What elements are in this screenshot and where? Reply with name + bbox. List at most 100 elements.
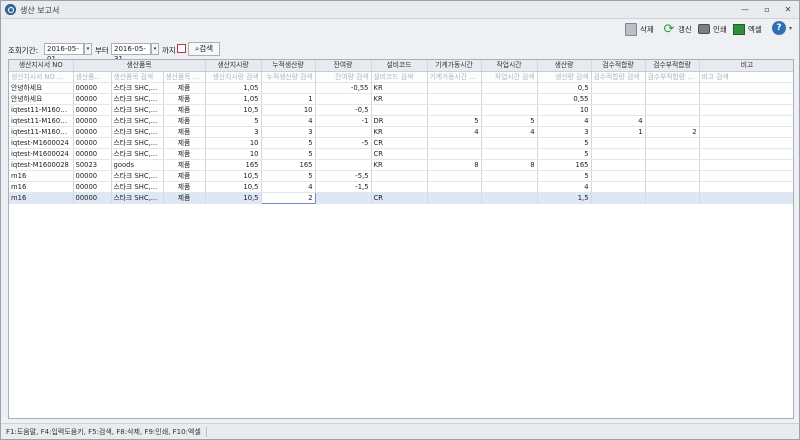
table-cell[interactable] <box>427 170 482 182</box>
table-cell[interactable]: KR <box>371 126 428 138</box>
table-cell[interactable]: m16 <box>9 192 74 204</box>
table-cell[interactable] <box>481 104 538 116</box>
table-cell[interactable]: 0,5 <box>537 82 592 94</box>
column-header[interactable]: 검수적합량 <box>591 60 646 72</box>
table-cell[interactable] <box>699 115 793 127</box>
table-cell[interactable]: iqtest11-M1600020 <box>9 126 74 138</box>
table-cell[interactable] <box>427 104 482 116</box>
table-cell[interactable] <box>481 192 538 204</box>
table-cell[interactable]: m16 <box>9 170 74 182</box>
table-cell[interactable]: 스타크 SHC,... <box>111 115 164 127</box>
filter-cell[interactable]: 검수적합량 검색 <box>591 71 646 83</box>
help-button[interactable]: ? <box>772 21 786 35</box>
table-cell[interactable] <box>591 93 646 105</box>
table-cell[interactable]: 1,05 <box>205 93 262 105</box>
table-cell[interactable]: 5 <box>205 115 262 127</box>
table-cell[interactable]: KR <box>371 159 428 171</box>
filter-cell[interactable]: 비고 검색 <box>699 71 793 83</box>
table-cell[interactable]: 165 <box>261 159 316 171</box>
table-cell[interactable]: 5 <box>537 148 592 160</box>
restore-button[interactable]: ▫ <box>761 4 773 15</box>
table-cell[interactable] <box>699 159 793 171</box>
table-cell[interactable] <box>645 148 700 160</box>
table-row[interactable]: m16 00000 스타크 SHC,... 제품 10,5 5 -5,5 5 <box>9 170 793 182</box>
table-cell[interactable]: 10 <box>205 148 262 160</box>
column-header[interactable]: 잔여량 <box>315 60 372 72</box>
table-cell[interactable]: 스타크 SHC,... <box>111 181 164 193</box>
column-header[interactable]: 설비코드 <box>371 60 428 72</box>
filter-cell[interactable]: 기계가동시간 검색 <box>427 71 482 83</box>
table-cell[interactable] <box>699 148 793 160</box>
filter-cell[interactable]: 생산지시서 NO ... <box>9 71 74 83</box>
table-cell[interactable]: 제품 <box>163 115 206 127</box>
table-cell[interactable]: 00000 <box>73 115 112 127</box>
table-cell[interactable]: 10,5 <box>205 104 262 116</box>
table-cell[interactable] <box>645 104 700 116</box>
table-cell[interactable]: 10,5 <box>205 192 262 204</box>
table-cell[interactable]: 제품 <box>163 137 206 149</box>
table-cell[interactable] <box>645 181 700 193</box>
table-cell[interactable]: 2 <box>645 126 700 138</box>
table-cell[interactable] <box>699 137 793 149</box>
table-cell[interactable] <box>645 115 700 127</box>
table-cell[interactable]: 00000 <box>73 170 112 182</box>
table-cell[interactable]: 00000 <box>73 148 112 160</box>
table-cell[interactable]: 4 <box>591 115 646 127</box>
table-cell[interactable] <box>645 159 700 171</box>
table-cell[interactable] <box>699 104 793 116</box>
table-cell[interactable]: goods <box>111 159 164 171</box>
table-cell[interactable]: 2 <box>260 191 316 204</box>
table-cell[interactable]: iqtest-M1600024 <box>9 137 74 149</box>
table-cell[interactable]: 1,05 <box>205 82 262 94</box>
table-cell[interactable]: -1 <box>315 115 372 127</box>
filter-cell[interactable]: 생산량 검색 <box>537 71 592 83</box>
table-cell[interactable] <box>427 192 482 204</box>
table-cell[interactable]: -1,5 <box>315 181 372 193</box>
table-cell[interactable]: 3 <box>205 126 262 138</box>
table-cell[interactable]: 스타크 SHC,... <box>111 126 164 138</box>
table-row[interactable]: 안녕하세요 00000 스타크 SHC,... 제품 1,05 -0,55 KR 0,5 <box>9 82 793 94</box>
table-cell[interactable] <box>699 170 793 182</box>
print-button[interactable]: 인쇄 <box>698 20 727 38</box>
table-cell[interactable]: 00000 <box>73 192 112 204</box>
table-cell[interactable] <box>591 192 646 204</box>
table-cell[interactable]: 00000 <box>73 93 112 105</box>
table-cell[interactable] <box>645 137 700 149</box>
table-cell[interactable]: 스타크 SHC,... <box>111 82 164 94</box>
table-cell[interactable]: iqtest-M1600024 <box>9 148 74 160</box>
filter-cell[interactable]: 누적생산량 검색 <box>261 71 316 83</box>
table-row[interactable]: iqtest-M1600024 00000 스타크 SHC,... 제품 10 5 CR 5 <box>9 148 793 160</box>
table-cell[interactable]: 00000 <box>73 181 112 193</box>
table-cell[interactable] <box>699 192 793 204</box>
table-cell[interactable] <box>315 93 372 105</box>
table-cell[interactable]: 00000 <box>73 82 112 94</box>
search-button[interactable]: ⌕검색 <box>188 42 220 56</box>
table-cell[interactable]: 제품 <box>163 126 206 138</box>
table-cell[interactable]: 안녕하세요 <box>9 82 74 94</box>
close-button[interactable]: ✕ <box>782 4 794 15</box>
filter-cell[interactable]: 설비코드 검색 <box>371 71 428 83</box>
table-cell[interactable] <box>481 137 538 149</box>
table-cell[interactable] <box>427 82 482 94</box>
delete-button[interactable]: 삭제 <box>625 20 654 38</box>
table-cell[interactable] <box>481 170 538 182</box>
table-cell[interactable]: 1,5 <box>537 192 592 204</box>
table-cell[interactable]: 제품 <box>163 170 206 182</box>
table-cell[interactable]: 10 <box>537 104 592 116</box>
table-cell[interactable]: 00000 <box>73 126 112 138</box>
table-cell[interactable] <box>591 181 646 193</box>
table-cell[interactable]: 5 <box>261 137 316 149</box>
table-cell[interactable]: 스타크 SHC,... <box>111 170 164 182</box>
table-cell[interactable]: 스타크 SHC,... <box>111 137 164 149</box>
table-cell[interactable] <box>591 170 646 182</box>
table-cell[interactable]: 10,5 <box>205 181 262 193</box>
table-cell[interactable]: S0023 <box>73 159 112 171</box>
table-cell[interactable]: 5 <box>481 115 538 127</box>
table-cell[interactable] <box>481 181 538 193</box>
column-header[interactable]: 기계가동시간 <box>427 60 482 72</box>
table-cell[interactable]: 165 <box>537 159 592 171</box>
table-cell[interactable]: 8 <box>427 159 482 171</box>
table-cell[interactable] <box>481 148 538 160</box>
table-cell[interactable]: 제품 <box>163 82 206 94</box>
table-cell[interactable]: iqtest-M1600028 <box>9 159 74 171</box>
